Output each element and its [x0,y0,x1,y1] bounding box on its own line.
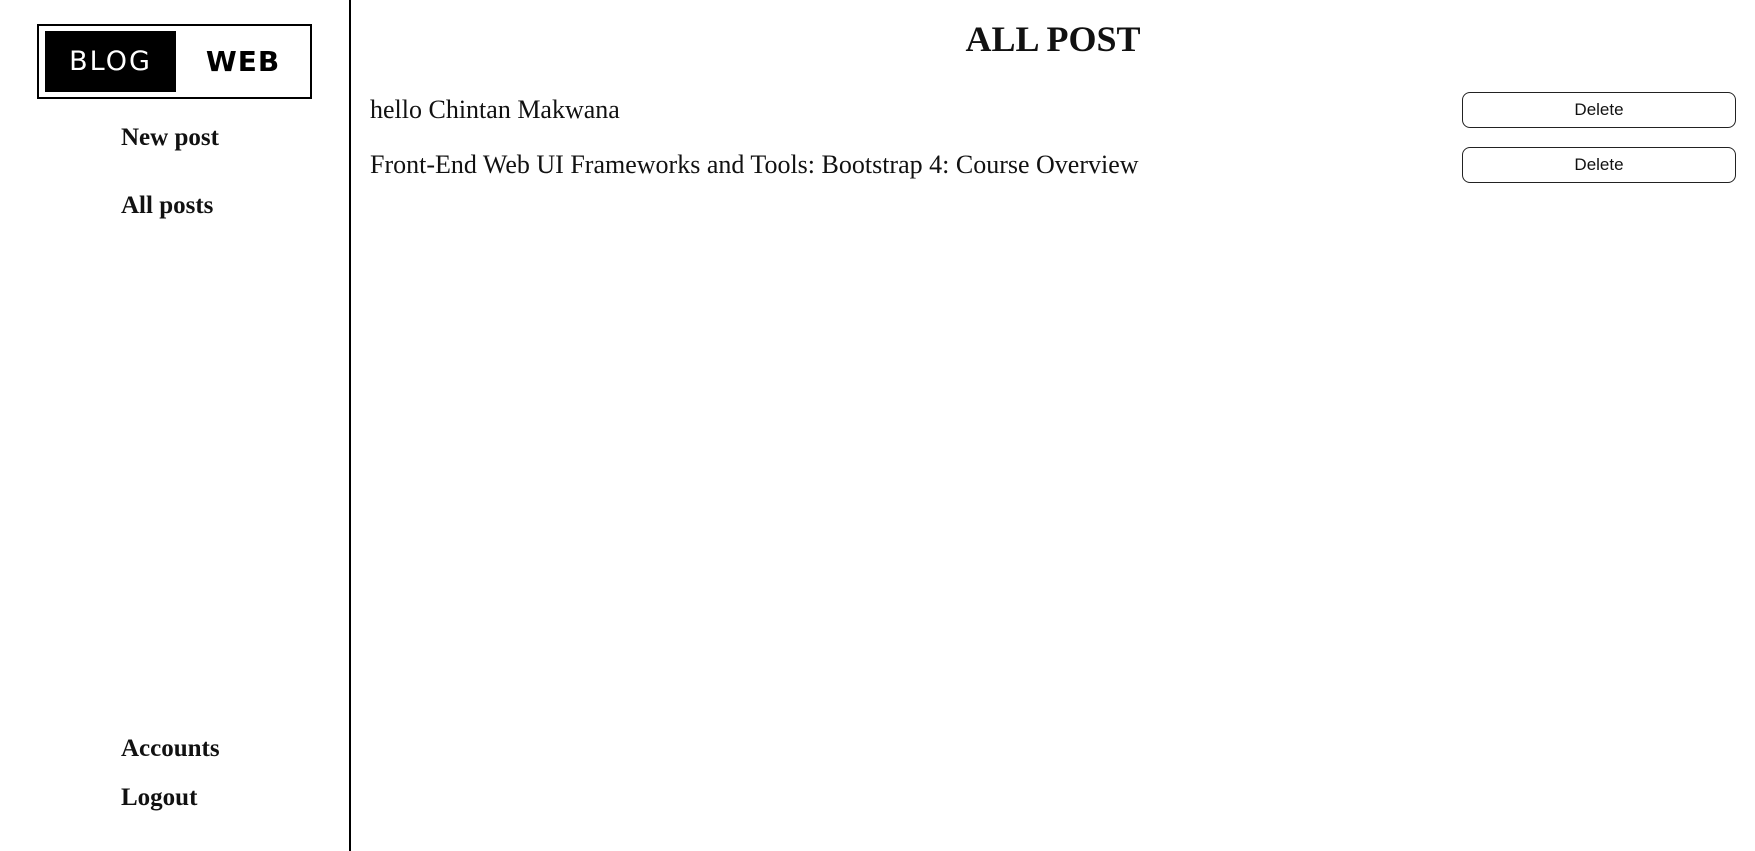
post-title[interactable]: hello Chintan Makwana [370,90,620,130]
app-root: BLOG WEB New post All posts Accounts Log… [0,0,1755,851]
post-row: Front-End Web UI Frameworks and Tools: B… [370,145,1755,185]
nav-accounts[interactable]: Accounts [121,735,220,763]
logo-blog-block: BLOG [45,31,176,92]
delete-button[interactable]: Delete [1462,92,1736,128]
nav-new-post[interactable]: New post [121,124,219,152]
delete-button[interactable]: Delete [1462,147,1736,183]
logo-web-text: WEB [205,45,281,78]
nav-logout[interactable]: Logout [121,784,197,812]
main-content: ALL POST hello Chintan Makwana Delete Fr… [351,0,1755,851]
blog-web-logo[interactable]: BLOG WEB [37,24,312,99]
post-row: hello Chintan Makwana Delete [370,90,1755,130]
sidebar: BLOG WEB New post All posts Accounts Log… [0,0,351,851]
nav-all-posts[interactable]: All posts [121,192,213,220]
page-title: ALL POST [965,19,1141,59]
post-title[interactable]: Front-End Web UI Frameworks and Tools: B… [370,145,1139,185]
